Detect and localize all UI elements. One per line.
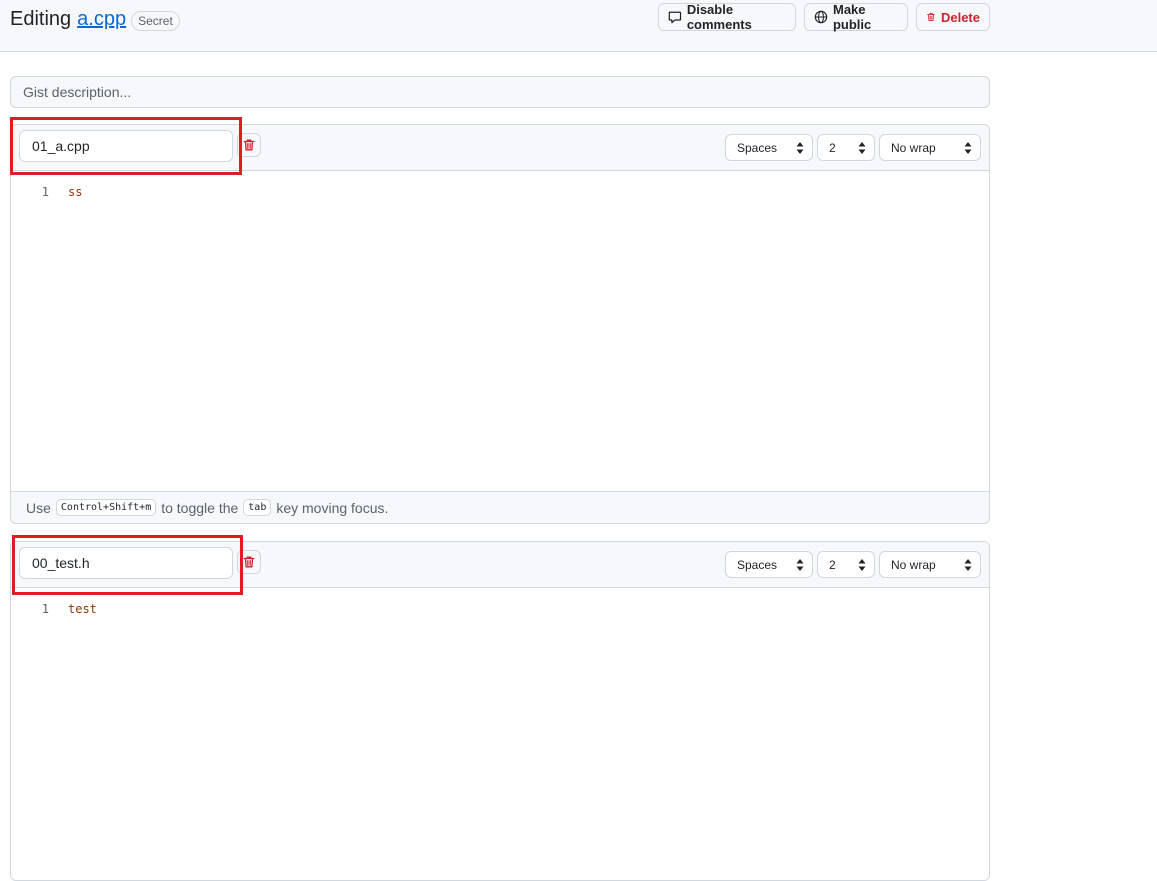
- tab-kbd: tab: [243, 499, 272, 516]
- wrap-mode-value: No wrap: [891, 140, 936, 155]
- page-title: Editing a.cpp Secret: [10, 8, 180, 31]
- hint-use: Use: [26, 499, 51, 516]
- remove-file-button-2[interactable]: [237, 550, 261, 574]
- line-number: 1: [41, 185, 49, 199]
- trash-icon: [927, 13, 935, 21]
- up-down-arrows-icon: [964, 559, 972, 571]
- up-down-arrows-icon: [964, 142, 972, 154]
- title-prefix: Editing: [10, 8, 72, 30]
- indent-size-select-1[interactable]: 2: [817, 134, 875, 161]
- shortcut-kbd: Control+Shift+m: [55, 499, 157, 516]
- globe-icon: [814, 10, 828, 24]
- file-editor-1: Spaces 2 No wrap 1 ss Use Control+Shift+…: [10, 124, 990, 524]
- line-number: 1: [41, 602, 49, 616]
- file-header-2: Spaces 2 No wrap: [11, 542, 989, 588]
- wrap-mode-select-2[interactable]: No wrap: [879, 551, 981, 578]
- wrap-mode-value: No wrap: [891, 557, 936, 572]
- make-public-button[interactable]: Make public: [804, 2, 908, 32]
- editor-footer-hint: Use Control+Shift+m to toggle the tab ke…: [11, 491, 989, 523]
- indent-mode-value: Spaces: [737, 140, 778, 155]
- disable-comments-label: Disable comments: [686, 2, 752, 32]
- file-editor-2: Spaces 2 No wrap 1 test: [10, 541, 990, 881]
- delete-button[interactable]: Delete: [916, 3, 990, 31]
- code-line[interactable]: ss: [68, 185, 82, 199]
- code-editor-2[interactable]: 1 test: [11, 588, 989, 880]
- hint-focus: key moving focus.: [276, 499, 389, 516]
- trash-icon: [243, 139, 255, 151]
- code-editor-1[interactable]: 1 ss: [11, 171, 989, 493]
- up-down-arrows-icon: [858, 559, 866, 571]
- indent-mode-select-2[interactable]: Spaces: [725, 551, 813, 578]
- delete-label: Delete: [940, 9, 980, 25]
- indent-mode-value: Spaces: [737, 557, 778, 572]
- code-line[interactable]: test: [68, 602, 97, 616]
- indent-size-value: 2: [829, 557, 836, 572]
- title-file-link[interactable]: a.cpp: [77, 8, 126, 31]
- up-down-arrows-icon: [796, 142, 804, 154]
- indent-size-select-2[interactable]: 2: [817, 551, 875, 578]
- comment-icon: [668, 11, 682, 24]
- indent-mode-select-1[interactable]: Spaces: [725, 134, 813, 161]
- remove-file-button-1[interactable]: [237, 133, 261, 157]
- indent-size-value: 2: [829, 140, 836, 155]
- page-header: Editing a.cpp Secret Disable comments Ma…: [0, 0, 1157, 52]
- trash-icon: [243, 556, 255, 568]
- up-down-arrows-icon: [796, 559, 804, 571]
- gist-description-input[interactable]: [10, 76, 990, 108]
- filename-input-1[interactable]: [19, 130, 233, 162]
- wrap-mode-select-1[interactable]: No wrap: [879, 134, 981, 161]
- secret-badge: Secret: [131, 10, 180, 31]
- file-header-1: Spaces 2 No wrap: [11, 125, 989, 171]
- filename-input-2[interactable]: [19, 547, 233, 579]
- hint-toggle: to toggle the: [161, 499, 239, 516]
- make-public-label: Make public: [832, 2, 872, 32]
- disable-comments-button[interactable]: Disable comments: [658, 2, 796, 32]
- up-down-arrows-icon: [858, 142, 866, 154]
